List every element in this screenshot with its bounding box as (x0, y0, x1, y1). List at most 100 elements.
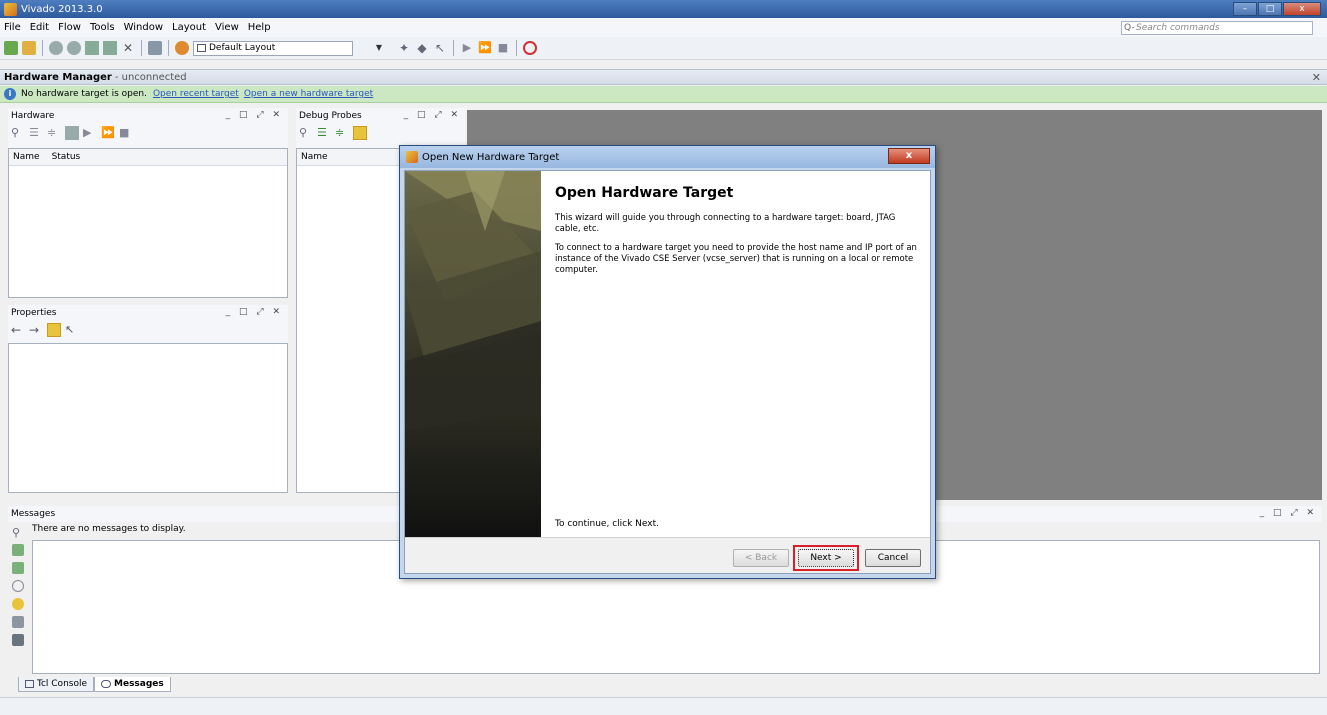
settings-icon[interactable] (148, 41, 162, 55)
close-icon[interactable]: x (1283, 2, 1321, 16)
expand-all-icon[interactable]: ≑ (47, 126, 61, 140)
run-immediate-icon[interactable]: ⏩ (478, 41, 492, 55)
window-controls: – □ x (1233, 2, 1321, 16)
warning-filter-icon[interactable] (12, 598, 24, 610)
expand-all-icon[interactable] (12, 562, 24, 574)
maximize-icon[interactable]: □ (1258, 2, 1282, 16)
menu-edit[interactable]: Edit (30, 22, 49, 33)
run-icon[interactable]: ▶ (460, 41, 474, 55)
dialog-title-bar: Open New Hardware Target x (400, 146, 935, 168)
pin-icon[interactable] (12, 616, 24, 628)
open-new-target-link[interactable]: Open a new hardware target (244, 89, 373, 99)
menu-layout[interactable]: Layout (172, 22, 206, 33)
wizard-art-svg (405, 171, 541, 431)
tab-messages[interactable]: Messages (94, 677, 171, 692)
toolbar-separator (453, 40, 454, 56)
panel-controls[interactable]: _ □ ⤢ ✕ (404, 110, 461, 120)
help-icon[interactable] (523, 41, 537, 55)
layout-icon (197, 44, 206, 52)
program-device-icon[interactable]: ✦ (397, 41, 411, 55)
tab-tcl-console[interactable]: Tcl Console (18, 677, 95, 692)
menu-window[interactable]: Window (124, 22, 163, 33)
properties-title: Properties (11, 308, 57, 318)
window-title-bar: Vivado 2013.3.0 – □ x (0, 0, 1327, 18)
undo-icon[interactable] (49, 41, 63, 55)
tab-label: Tcl Console (37, 679, 88, 689)
wizard-side-graphic (405, 171, 541, 537)
debug-probes-header: Debug Probes _ □ ⤢ ✕ (296, 108, 466, 124)
collapse-all-icon[interactable]: ☰ (317, 126, 331, 140)
toolbar-separator (141, 40, 142, 56)
toolbar-separator (42, 40, 43, 56)
panel-controls[interactable]: _ □ ⤢ ✕ (226, 110, 283, 120)
info-icon: i (4, 88, 16, 100)
panel-controls[interactable]: _ □ ⤢ ✕ (226, 307, 283, 317)
panel-controls[interactable]: _ □ ⤢ ✕ (1260, 508, 1317, 518)
column-header[interactable]: Name (301, 152, 328, 162)
auto-connect-icon[interactable] (65, 125, 79, 140)
back-button[interactable]: < Back (733, 549, 789, 567)
dialog-content: Open Hardware Target This wizard will gu… (555, 185, 920, 284)
search-icon[interactable]: ⚲ (11, 126, 25, 140)
back-arrow-icon[interactable]: ← (11, 323, 25, 337)
forward-arrow-icon[interactable]: → (29, 323, 43, 337)
toolbar-separator (516, 40, 517, 56)
redo-icon[interactable] (67, 41, 81, 55)
properties-header: Properties _ □ ⤢ ✕ (8, 305, 288, 321)
delete-icon[interactable]: ✕ (121, 41, 135, 55)
clear-icon[interactable] (12, 634, 24, 646)
open-project-icon[interactable] (22, 41, 36, 55)
menu-file[interactable]: File (4, 22, 21, 33)
open-hardware-target-dialog: Open New Hardware Target x Open Hardware… (399, 145, 936, 579)
info-bar: i No hardware target is open. Open recen… (0, 86, 1327, 103)
console-icon (25, 680, 34, 688)
ip-catalog-icon[interactable] (175, 41, 189, 55)
menu-tools[interactable]: Tools (90, 22, 115, 33)
next-button[interactable]: Next > (798, 549, 854, 567)
properties-panel: Properties _ □ ⤢ ✕ ← → ↖ (8, 305, 288, 493)
search-icon[interactable]: ⚲ (299, 126, 313, 140)
layout-select[interactable]: Default Layout ▼ (193, 40, 382, 56)
minimize-icon[interactable]: – (1233, 2, 1257, 16)
menu-view[interactable]: View (215, 22, 239, 33)
run-trigger-icon[interactable]: ◆ (415, 41, 429, 55)
refresh-icon[interactable] (47, 322, 61, 337)
main-toolbar: ✕ Default Layout ▼ ✦ ◆ ↖ ▶ ⏩ ■ (0, 37, 1327, 60)
column-header[interactable]: Name (13, 152, 40, 162)
collapse-all-icon[interactable] (12, 544, 24, 556)
run-immediate-icon[interactable]: ⏩ (101, 126, 115, 140)
hardware-manager-header: Hardware Manager - unconnected ✕ (0, 69, 1327, 85)
refresh-icon[interactable] (353, 125, 367, 140)
menu-flow[interactable]: Flow (58, 22, 81, 33)
chevron-down-icon: ▼ (375, 42, 382, 52)
stop-icon[interactable]: ■ (119, 126, 133, 140)
menu-help[interactable]: Help (248, 22, 271, 33)
pointer-icon[interactable]: ↖ (433, 41, 447, 55)
vivado-app-icon (406, 151, 418, 163)
message-icon (101, 680, 112, 688)
column-header[interactable]: Status (52, 152, 81, 162)
run-icon[interactable]: ▶ (83, 126, 97, 140)
layout-value: Default Layout (209, 43, 276, 53)
search-commands-input[interactable]: Search commands (1121, 21, 1313, 35)
dialog-close-button[interactable]: x (888, 148, 930, 164)
tab-label: Messages (114, 679, 164, 689)
collapse-all-icon[interactable]: ☰ (29, 126, 43, 140)
search-icon[interactable]: ⚲ (12, 526, 24, 539)
pointer-icon[interactable]: ↖ (65, 323, 79, 337)
info-filter-icon[interactable] (12, 580, 24, 592)
hardware-columns: Name Status (9, 149, 287, 166)
expand-all-icon[interactable]: ≑ (335, 126, 349, 140)
dialog-paragraph-1: This wizard will guide you through conne… (555, 213, 896, 234)
debug-probes-toolbar: ⚲ ☰ ≑ (296, 124, 466, 141)
new-project-icon[interactable] (4, 41, 18, 55)
dialog-heading: Open Hardware Target (555, 185, 734, 201)
open-recent-target-link[interactable]: Open recent target (153, 89, 239, 99)
copy-icon[interactable] (85, 41, 99, 55)
stop-icon[interactable]: ■ (496, 41, 510, 55)
close-icon[interactable]: ✕ (1312, 71, 1321, 84)
paste-icon[interactable] (103, 41, 117, 55)
toolbar-separator (168, 40, 169, 56)
hardware-tree[interactable]: Name Status (8, 148, 288, 298)
cancel-button[interactable]: Cancel (865, 549, 921, 567)
